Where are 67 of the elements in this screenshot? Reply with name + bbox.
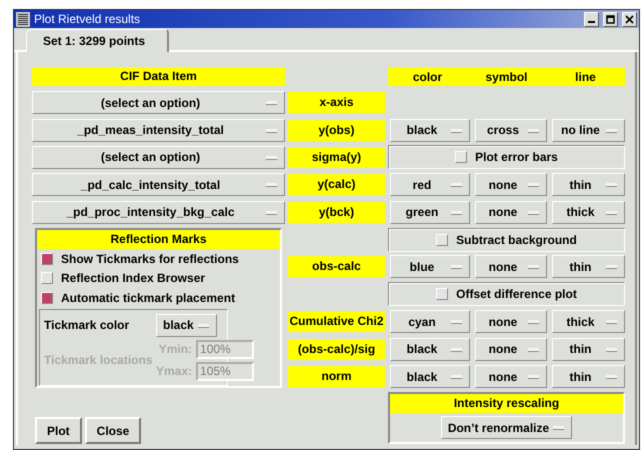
checkbox[interactable] — [41, 272, 53, 284]
menu-icon[interactable] — [16, 12, 30, 27]
dropdown[interactable]: thin — [552, 338, 625, 361]
series-label: sigma(y) — [288, 146, 385, 168]
field-label: Tickmark color — [44, 318, 130, 332]
panel-title: Intensity rescaling — [390, 394, 623, 414]
series-label: y(bck) — [288, 202, 385, 223]
series-label: x-axis — [288, 92, 385, 114]
series-label: norm — [288, 366, 385, 388]
maximize-icon — [606, 14, 615, 24]
checkbox-label[interactable]: Offset difference plot — [456, 287, 577, 302]
minimize-icon — [588, 20, 595, 23]
dropdown[interactable]: none — [475, 338, 547, 361]
dropdown[interactable]: thin — [552, 365, 625, 388]
column-header: color — [412, 70, 444, 84]
close-button[interactable] — [622, 12, 637, 27]
button[interactable]: Close — [84, 417, 142, 444]
checkbox-label[interactable]: Automatic tickmark placement — [61, 291, 236, 306]
close-icon — [625, 14, 634, 24]
dropdown[interactable]: cyan — [390, 310, 470, 334]
series-label: y(obs) — [288, 120, 385, 140]
column-header: symbol — [484, 70, 528, 84]
series-label: (obs-calc)/sig — [288, 338, 385, 360]
button[interactable]: Plot — [35, 417, 82, 444]
panel-title: Reflection Marks — [37, 230, 280, 249]
checkbox-label[interactable]: Show Tickmarks for reflections — [61, 252, 239, 266]
dropdown[interactable]: none — [475, 255, 547, 278]
maximize-button[interactable] — [603, 12, 618, 27]
dropdown[interactable]: none — [475, 365, 547, 388]
checkbox[interactable] — [41, 292, 53, 304]
checkbox[interactable] — [436, 234, 448, 246]
dropdown[interactable]: black — [390, 338, 470, 361]
dropdown[interactable]: (select an option) — [32, 146, 285, 169]
column-header: CIF Data Item — [32, 67, 285, 86]
checkbox-label[interactable]: Plot error bars — [475, 150, 558, 164]
dropdown[interactable]: _pd_meas_intensity_total — [32, 118, 285, 142]
dropdown[interactable]: thin — [552, 173, 625, 196]
checkbox-label[interactable]: Subtract background — [456, 232, 577, 247]
dropdown[interactable]: Don’t renormalize — [440, 416, 572, 440]
dropdown[interactable]: thick — [552, 310, 625, 334]
series-label: Cumulative Chi2 — [288, 311, 385, 332]
dropdown[interactable]: blue — [390, 255, 470, 278]
dropdown[interactable]: none — [475, 310, 547, 334]
dropdown[interactable]: none — [475, 200, 547, 224]
column-header: line — [574, 70, 597, 84]
tab[interactable]: Set 1: 3299 points — [26, 29, 170, 52]
dropdown[interactable]: _pd_calc_intensity_total — [32, 173, 285, 196]
series-label: y(calc) — [288, 174, 385, 196]
checkbox[interactable] — [436, 288, 448, 300]
dropdown[interactable]: black — [390, 365, 470, 388]
dropdown[interactable]: thick — [552, 200, 625, 224]
dropdown[interactable]: _pd_proc_intensity_bkg_calc — [32, 200, 285, 224]
window-title: Plot Rietveld results — [34, 12, 142, 26]
dropdown[interactable]: no line — [552, 118, 625, 142]
checkbox[interactable] — [455, 151, 468, 164]
minimize-button[interactable] — [584, 12, 599, 27]
dropdown[interactable]: red — [390, 173, 470, 196]
dropdown[interactable]: green — [390, 200, 470, 224]
dropdown[interactable]: (select an option) — [32, 91, 285, 114]
dropdown[interactable]: black — [390, 118, 470, 142]
dropdown[interactable]: none — [475, 173, 547, 196]
series-label: obs-calc — [288, 256, 385, 278]
checkbox[interactable] — [41, 252, 53, 265]
checkbox-label[interactable]: Reflection Index Browser — [61, 271, 206, 286]
dropdown[interactable]: thin — [552, 255, 625, 278]
dropdown[interactable]: black — [156, 314, 217, 337]
dropdown[interactable]: cross — [475, 118, 547, 142]
